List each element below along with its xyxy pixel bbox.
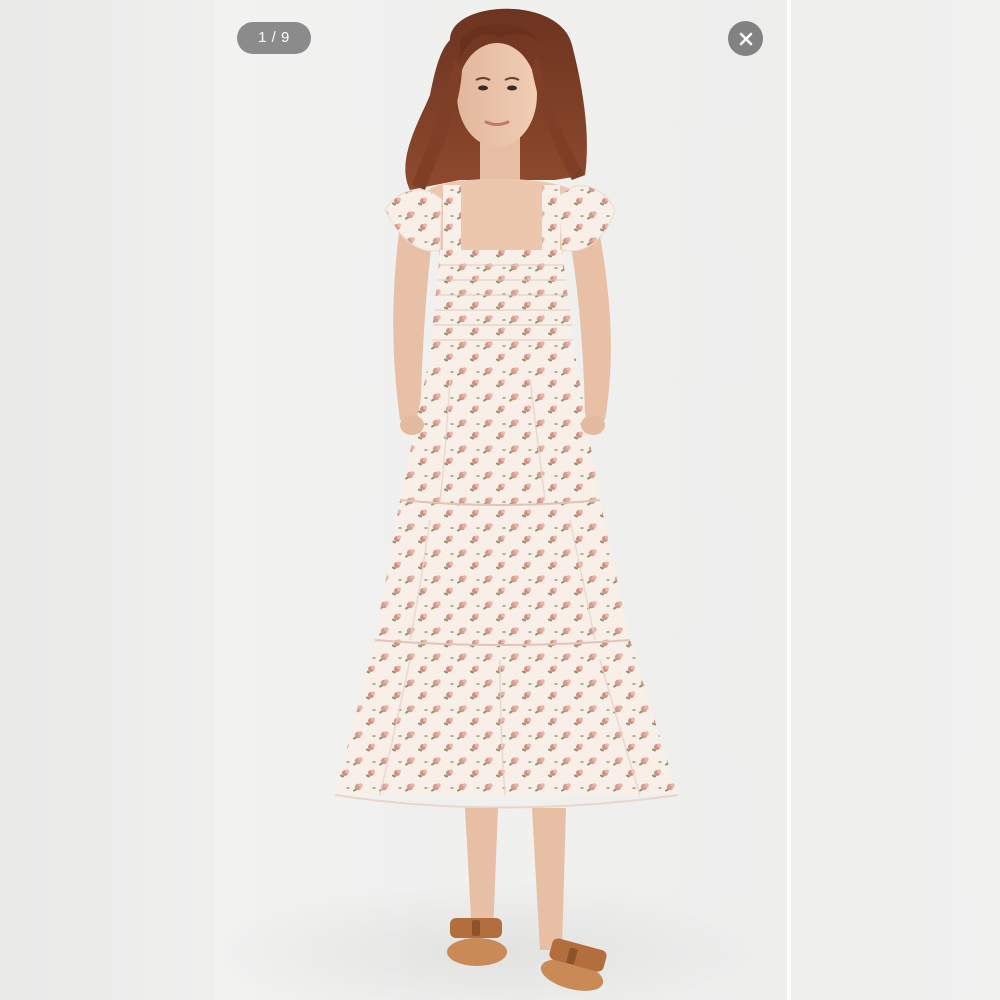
next-slide-preview[interactable] [791, 0, 1000, 1000]
slide-counter: 1 / 9 [237, 22, 311, 54]
product-photo [334, 8, 679, 991]
image-viewer: 1 / 9 [0, 0, 1000, 1000]
current-slide[interactable]: 1 / 9 [0, 0, 787, 1000]
close-button[interactable] [728, 21, 763, 56]
close-icon [738, 31, 754, 47]
sandal-left [447, 918, 507, 966]
